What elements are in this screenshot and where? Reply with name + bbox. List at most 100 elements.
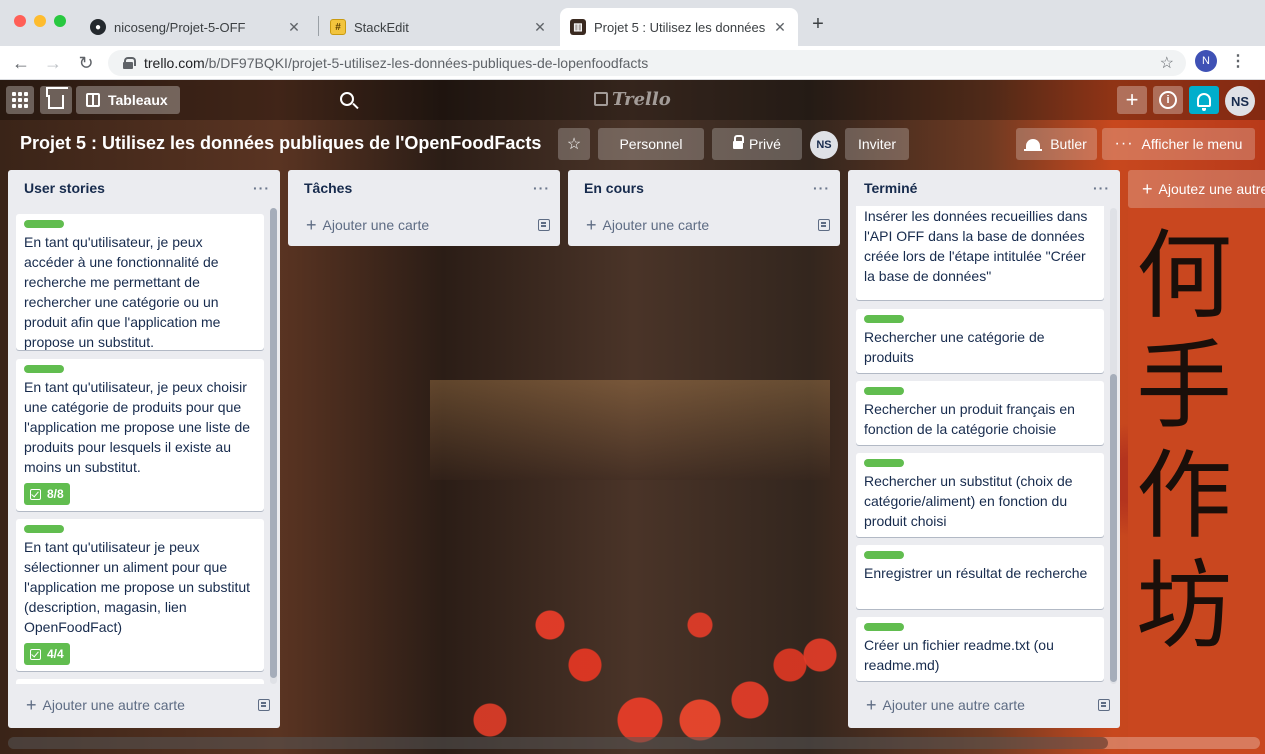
- butler-button[interactable]: Butler: [1016, 128, 1097, 160]
- browser-tab-stackedit[interactable]: # StackEdit ✕: [320, 8, 558, 46]
- card-template-icon[interactable]: [1098, 699, 1110, 711]
- tab-title: Projet 5 : Utilisez les données p: [594, 19, 766, 35]
- list-title[interactable]: Terminé: [864, 180, 917, 196]
- search-icon[interactable]: [340, 92, 354, 106]
- board-title[interactable]: Projet 5 : Utilisez les données publique…: [20, 133, 541, 154]
- lock-icon: [733, 135, 745, 149]
- notifications-button[interactable]: [1189, 86, 1219, 114]
- add-card-label: Ajouter une carte: [322, 217, 430, 233]
- member-avatar[interactable]: NS: [810, 131, 838, 159]
- list-menu-icon[interactable]: ···: [253, 180, 270, 196]
- card[interactable]: En tant qu'utilisateur, je peux accéder …: [16, 214, 264, 350]
- user-avatar[interactable]: NS: [1225, 86, 1255, 116]
- add-card-label: Ajouter une autre carte: [42, 697, 185, 713]
- close-tab-icon[interactable]: ✕: [772, 19, 788, 36]
- team-button[interactable]: Personnel: [598, 128, 704, 160]
- card[interactable]: Rechercher un substitut (choix de catégo…: [856, 453, 1104, 537]
- create-button[interactable]: +: [1117, 86, 1147, 114]
- home-button[interactable]: [40, 86, 72, 114]
- list-menu-icon[interactable]: ···: [1093, 180, 1110, 196]
- list-title[interactable]: En cours: [584, 180, 644, 196]
- card-title: Rechercher un substitut (choix de catégo…: [864, 473, 1073, 529]
- card[interactable]: En tant qu'utilisateur, je peux choisir …: [16, 359, 264, 511]
- stackedit-icon: #: [330, 19, 346, 35]
- browser-tab-github[interactable]: ● nicoseng/Projet-5-OFF ✕: [80, 8, 312, 46]
- card-label-green[interactable]: [864, 387, 904, 395]
- back-arrow-icon[interactable]: ←: [10, 52, 32, 74]
- list-title[interactable]: User stories: [24, 180, 105, 196]
- add-card-button[interactable]: + Ajouter une autre carte: [8, 686, 280, 724]
- browser-tab-trello[interactable]: ▥ Projet 5 : Utilisez les données p ✕: [560, 8, 798, 46]
- background-photo-detail: [430, 380, 830, 480]
- card[interactable]: Créer un fichier readme.txt (ou readme.m…: [856, 617, 1104, 681]
- list-menu-icon[interactable]: ···: [533, 180, 550, 196]
- list-termine: Terminé ··· Insérer les données recueill…: [848, 170, 1120, 728]
- checklist-icon: [30, 648, 41, 660]
- card[interactable]: Insérer les données recueillies dans l'A…: [856, 206, 1104, 300]
- list-menu-icon[interactable]: ···: [813, 180, 830, 196]
- card-label-green[interactable]: [864, 315, 904, 323]
- card-title: Enregistrer un résultat de recherche: [864, 565, 1088, 581]
- visibility-button[interactable]: Privé: [712, 128, 802, 160]
- list-taches: Tâches ··· + Ajouter une carte: [288, 170, 560, 246]
- card-title: En tant qu'utilisateur, je peux accéder …: [24, 234, 221, 350]
- trello-logo-icon: [594, 92, 608, 106]
- reload-icon[interactable]: ↻: [75, 52, 97, 74]
- card-label-green[interactable]: [864, 459, 904, 467]
- close-tab-icon[interactable]: ✕: [286, 19, 302, 36]
- add-card-button[interactable]: + Ajouter une carte: [288, 206, 560, 244]
- browser-menu-icon[interactable]: ⋮: [1230, 51, 1246, 71]
- card-template-icon[interactable]: [818, 219, 830, 231]
- apps-button[interactable]: [6, 86, 34, 114]
- add-list-label: Ajoutez une autre liste: [1158, 181, 1265, 197]
- list-scrollbar[interactable]: [270, 208, 277, 684]
- list-title[interactable]: Tâches: [304, 180, 352, 196]
- card[interactable]: Rechercher une catégorie de produits: [856, 309, 1104, 373]
- forward-arrow-icon[interactable]: →: [42, 52, 64, 74]
- card[interactable]: Enregistrer un résultat de recherche: [856, 545, 1104, 609]
- window-zoom-button[interactable]: [54, 15, 66, 27]
- show-menu-button[interactable]: ··· Afficher le menu: [1102, 128, 1255, 160]
- card-label-green[interactable]: [24, 525, 64, 533]
- card-label-green[interactable]: [24, 220, 64, 228]
- card-label-green[interactable]: [864, 623, 904, 631]
- browser-profile-avatar[interactable]: N: [1195, 50, 1217, 72]
- star-icon: ☆: [566, 136, 582, 153]
- list-scroll-thumb[interactable]: [1110, 374, 1117, 682]
- list-header: En cours ···: [568, 170, 840, 206]
- trello-logo[interactable]: Trello: [594, 89, 671, 110]
- card-template-icon[interactable]: [538, 219, 550, 231]
- card-title: En tant qu'utilisateur je peux sélection…: [24, 539, 251, 635]
- list-scrollbar[interactable]: [1110, 208, 1117, 684]
- card[interactable]: En tant qu'utilisateur je peux sélection…: [16, 519, 264, 671]
- add-card-button[interactable]: + Ajouter une autre carte: [848, 686, 1120, 724]
- address-bar: ← → ↻ trello.com/b/DF97BQKI/projet-5-uti…: [0, 46, 1265, 80]
- close-tab-icon[interactable]: ✕: [532, 19, 548, 36]
- card-label-green[interactable]: [864, 551, 904, 559]
- new-tab-icon[interactable]: +: [808, 13, 828, 36]
- info-button[interactable]: i: [1153, 86, 1183, 114]
- card-partial[interactable]: [16, 679, 264, 684]
- window-minimize-button[interactable]: [34, 15, 46, 27]
- card-list: Insérer les données recueillies dans l'A…: [848, 206, 1120, 684]
- plus-icon: +: [586, 215, 597, 235]
- bookmark-star-icon[interactable]: ☆: [1160, 53, 1174, 73]
- url-field[interactable]: trello.com/b/DF97BQKI/projet-5-utilisez-…: [108, 50, 1186, 76]
- add-card-button[interactable]: + Ajouter une carte: [568, 206, 840, 244]
- board-horizontal-scrollbar[interactable]: [8, 737, 1260, 749]
- board-scroll-thumb[interactable]: [8, 737, 1108, 749]
- invite-button[interactable]: Inviter: [845, 128, 909, 160]
- list-scroll-thumb[interactable]: [270, 208, 277, 678]
- card[interactable]: Rechercher un produit français en foncti…: [856, 381, 1104, 445]
- window-close-button[interactable]: [14, 15, 26, 27]
- card-template-icon[interactable]: [258, 699, 270, 711]
- add-card-label: Ajouter une carte: [602, 217, 710, 233]
- add-list-button[interactable]: + Ajoutez une autre liste: [1128, 170, 1265, 208]
- lock-icon: [122, 57, 136, 69]
- star-board-button[interactable]: ☆: [558, 128, 590, 160]
- tab-title: nicoseng/Projet-5-OFF: [114, 19, 246, 35]
- card-label-green[interactable]: [24, 365, 64, 373]
- url-text: trello.com/b/DF97BQKI/projet-5-utilisez-…: [144, 55, 649, 71]
- show-menu-label: Afficher le menu: [1141, 136, 1243, 152]
- boards-button[interactable]: Tableaux: [76, 86, 180, 114]
